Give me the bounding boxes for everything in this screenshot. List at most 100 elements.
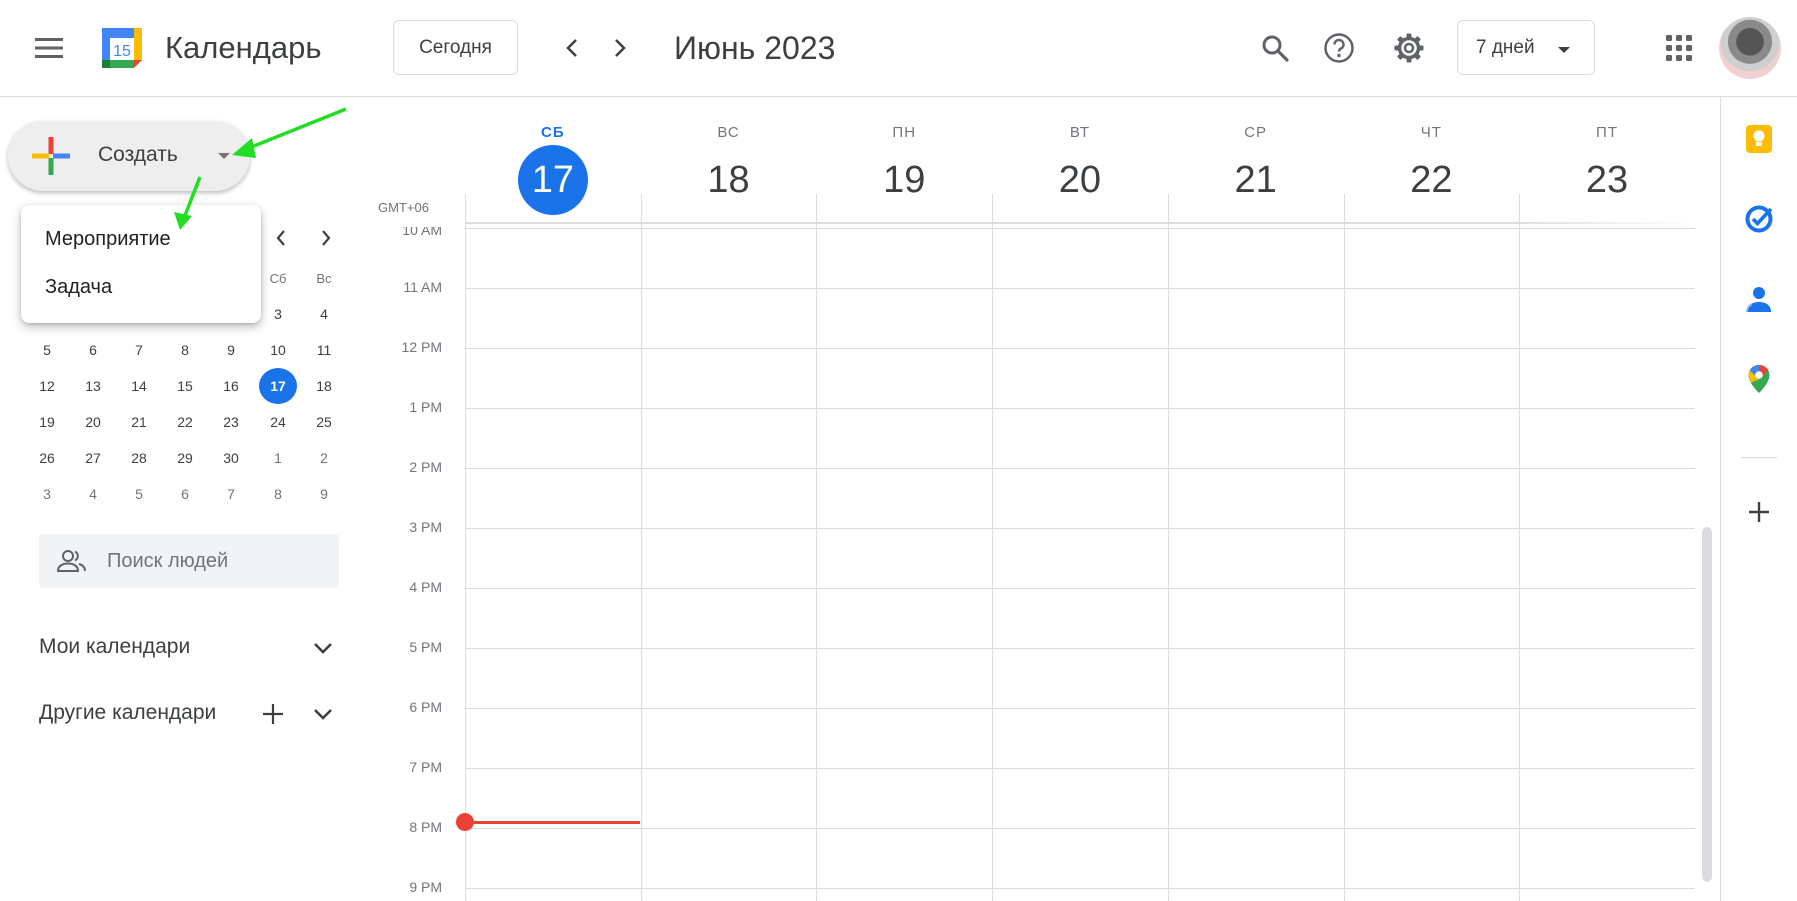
keep-button[interactable] — [1737, 117, 1781, 161]
keep-icon — [1746, 125, 1772, 153]
mini-calendar-day[interactable]: 18 — [305, 368, 343, 404]
day-number[interactable]: 21 — [1221, 145, 1291, 215]
mini-calendar-day[interactable]: 9 — [212, 332, 250, 368]
menu-icon — [35, 38, 63, 58]
mini-calendar-day[interactable]: 6 — [74, 332, 112, 368]
hour-gridline — [465, 528, 1695, 529]
mini-calendar-day[interactable]: 5 — [28, 332, 66, 368]
mini-calendar-day[interactable]: 29 — [166, 440, 204, 476]
maps-icon — [1748, 365, 1770, 393]
apps-grid-icon — [1666, 35, 1692, 61]
add-icon — [1749, 502, 1769, 522]
day-column-divider — [992, 194, 994, 901]
day-of-week-label: ВТ — [1069, 124, 1091, 141]
day-number[interactable]: 20 — [1045, 145, 1115, 215]
mini-calendar-day[interactable]: 10 — [259, 332, 297, 368]
mini-calendar-day[interactable]: 23 — [212, 404, 250, 440]
mini-calendar-day[interactable]: 20 — [74, 404, 112, 440]
hour-gridline — [465, 408, 1695, 409]
chevron-right-icon — [322, 230, 331, 246]
mini-calendar-day[interactable]: 8 — [166, 332, 204, 368]
day-column-divider — [1343, 194, 1345, 901]
search-people-input[interactable]: Поиск людей — [39, 534, 339, 588]
caret-down-icon[interactable] — [218, 153, 230, 159]
other-calendars-toggle[interactable] — [305, 696, 341, 732]
day-number[interactable]: 18 — [694, 145, 764, 215]
today-button[interactable]: Сегодня — [393, 20, 518, 75]
hour-gridline — [465, 828, 1695, 829]
time-label: 1 PM — [409, 399, 442, 415]
time-label: 2 PM — [409, 459, 442, 475]
side-panel — [1720, 97, 1797, 901]
mini-calendar-day[interactable]: 22 — [166, 404, 204, 440]
search-button[interactable] — [1251, 24, 1299, 72]
calendar-logo-icon[interactable]: 15 — [98, 24, 146, 72]
time-label: 10 AM — [402, 222, 442, 238]
mini-calendar-day[interactable]: 25 — [305, 404, 343, 440]
mini-calendar-day[interactable]: 3 — [259, 296, 297, 332]
day-number[interactable]: 22 — [1396, 145, 1466, 215]
tasks-button[interactable] — [1737, 197, 1781, 241]
mini-calendar-day[interactable]: 26 — [28, 440, 66, 476]
day-of-week-label: ПТ — [1596, 124, 1618, 141]
mini-calendar-day[interactable]: 5 — [120, 476, 158, 512]
day-number-today[interactable]: 17 — [517, 145, 588, 215]
plus-icon — [263, 704, 283, 724]
mini-calendar-day[interactable]: 9 — [305, 476, 343, 512]
mini-calendar-day[interactable]: 28 — [120, 440, 158, 476]
previous-period-button[interactable] — [548, 24, 596, 72]
mini-calendar-day[interactable]: 3 — [28, 476, 66, 512]
account-avatar[interactable] — [1719, 17, 1781, 79]
mini-calendar-day[interactable]: 15 — [166, 368, 204, 404]
contacts-button[interactable] — [1737, 277, 1781, 321]
day-column-divider — [465, 194, 466, 901]
other-calendars-title[interactable]: Другие календари — [39, 701, 216, 725]
menu-item-event[interactable]: Мероприятие — [21, 215, 261, 263]
day-column-divider — [1695, 224, 1696, 901]
mini-calendar-next-button[interactable] — [308, 220, 344, 256]
mini-calendar-day[interactable]: 7 — [212, 476, 250, 512]
search-people-placeholder: Поиск людей — [107, 549, 229, 572]
add-other-calendar-button[interactable] — [255, 696, 291, 732]
mini-calendar-day[interactable]: 8 — [259, 476, 297, 512]
day-number[interactable]: 19 — [869, 145, 939, 215]
my-calendars-title[interactable]: Мои календари — [39, 635, 190, 659]
settings-button[interactable] — [1385, 24, 1433, 72]
mini-calendar-day[interactable]: 4 — [74, 476, 112, 512]
day-number[interactable]: 23 — [1572, 145, 1642, 215]
google-apps-button[interactable] — [1655, 24, 1703, 72]
mini-calendar-day[interactable]: 21 — [120, 404, 158, 440]
grid-scrollbar[interactable] — [1702, 527, 1712, 882]
create-dropdown-menu: Мероприятие Задача — [21, 205, 261, 323]
mini-calendar-day[interactable]: 7 — [120, 332, 158, 368]
next-period-button[interactable] — [596, 24, 644, 72]
mini-calendar-day[interactable]: 27 — [74, 440, 112, 476]
timezone-label: GMT+06 — [378, 200, 429, 215]
view-selector[interactable]: 7 дней — [1457, 20, 1595, 75]
mini-calendar-day[interactable]: 11 — [305, 332, 343, 368]
get-add-ons-button[interactable] — [1737, 490, 1781, 534]
help-button[interactable] — [1315, 24, 1363, 72]
time-label: 12 PM — [401, 339, 442, 355]
main-menu-button[interactable] — [25, 24, 73, 72]
mini-calendar-day[interactable]: 30 — [212, 440, 250, 476]
mini-calendar-day[interactable]: 13 — [74, 368, 112, 404]
mini-calendar-day[interactable]: 16 — [212, 368, 250, 404]
hour-gridline — [465, 288, 1695, 289]
maps-button[interactable] — [1737, 357, 1781, 401]
mini-calendar-day[interactable]: 4 — [305, 296, 343, 332]
mini-calendar-day[interactable]: 24 — [259, 404, 297, 440]
my-calendars-toggle[interactable] — [305, 630, 341, 666]
mini-calendar-day[interactable]: 1 — [259, 440, 297, 476]
mini-calendar-day-today[interactable]: 17 — [259, 368, 297, 404]
menu-item-task[interactable]: Задача — [21, 263, 261, 311]
mini-calendar-day[interactable]: 12 — [28, 368, 66, 404]
create-button[interactable]: Создать — [8, 121, 250, 191]
hour-gridline — [465, 588, 1695, 589]
day-of-week-label: ЧТ — [1420, 124, 1442, 141]
mini-calendar-prev-button[interactable] — [263, 220, 299, 256]
mini-calendar-day[interactable]: 19 — [28, 404, 66, 440]
mini-calendar-day[interactable]: 2 — [305, 440, 343, 476]
mini-calendar-day[interactable]: 14 — [120, 368, 158, 404]
mini-calendar-day[interactable]: 6 — [166, 476, 204, 512]
